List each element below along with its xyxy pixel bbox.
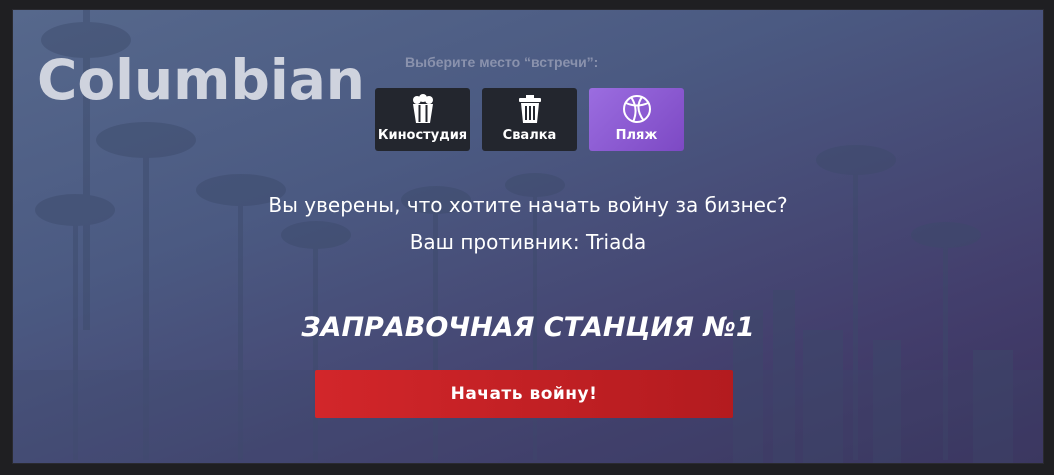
start-war-button[interactable]: Начать войну!	[315, 370, 733, 418]
war-dialog: Columbian Выберите место “встречи”: Кино…	[12, 9, 1044, 464]
location-button-beach[interactable]: Пляж	[589, 88, 684, 151]
location-label: Свалка	[502, 128, 557, 143]
gang-name-title: Columbian	[37, 48, 365, 112]
trash-can-icon	[515, 93, 545, 125]
beach-ball-icon	[622, 93, 652, 125]
opponent-text: Ваш противник: Triada	[409, 230, 647, 254]
confirmation-question: Вы уверены, что хотите начать войну за б…	[268, 193, 788, 217]
location-button-dump[interactable]: Свалка	[482, 88, 577, 151]
popcorn-icon	[408, 93, 438, 125]
location-button-film-studio[interactable]: Киностудия	[375, 88, 470, 151]
business-name: ЗАПРАВОЧНАЯ СТАНЦИЯ №1	[301, 312, 755, 343]
location-label: Киностудия	[377, 128, 468, 143]
location-label: Пляж	[615, 128, 658, 143]
location-prompt: Выберите место “встречи”:	[405, 54, 599, 70]
